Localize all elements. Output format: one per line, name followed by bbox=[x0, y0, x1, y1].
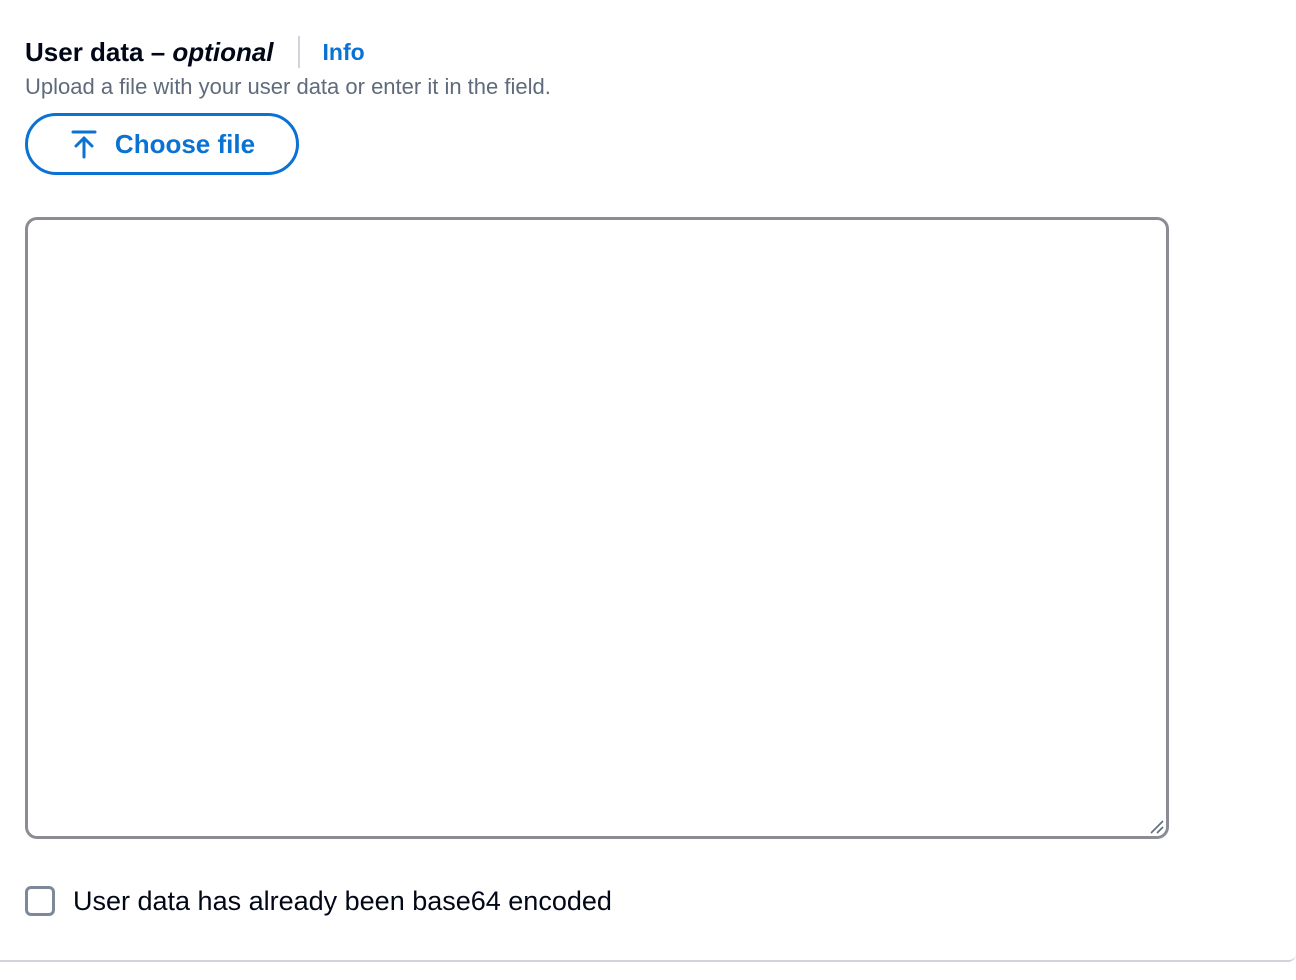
label-divider bbox=[297, 36, 300, 68]
user-data-description: Upload a file with your user data or ent… bbox=[25, 74, 551, 99]
base64-encoded-checkbox[interactable] bbox=[25, 886, 55, 916]
base64-encoded-label: User data has already been base64 encode… bbox=[73, 885, 612, 916]
user-data-textarea-wrapper bbox=[25, 217, 1169, 839]
info-link[interactable]: Info bbox=[323, 39, 365, 66]
resize-handle-icon[interactable] bbox=[1147, 817, 1165, 835]
base64-encoded-option[interactable]: User data has already been base64 encode… bbox=[25, 882, 612, 920]
user-data-label: User data – optional bbox=[25, 36, 274, 67]
user-data-panel: User data – optional Info Upload a file … bbox=[0, 0, 1296, 962]
optional-tag: optional bbox=[172, 36, 274, 67]
choose-file-button[interactable]: Choose file bbox=[25, 113, 299, 175]
user-data-label-row: User data – optional Info bbox=[25, 34, 365, 70]
choose-file-label: Choose file bbox=[114, 128, 256, 159]
upload-arrow-icon bbox=[69, 129, 99, 159]
user-data-textarea[interactable] bbox=[25, 217, 1169, 839]
